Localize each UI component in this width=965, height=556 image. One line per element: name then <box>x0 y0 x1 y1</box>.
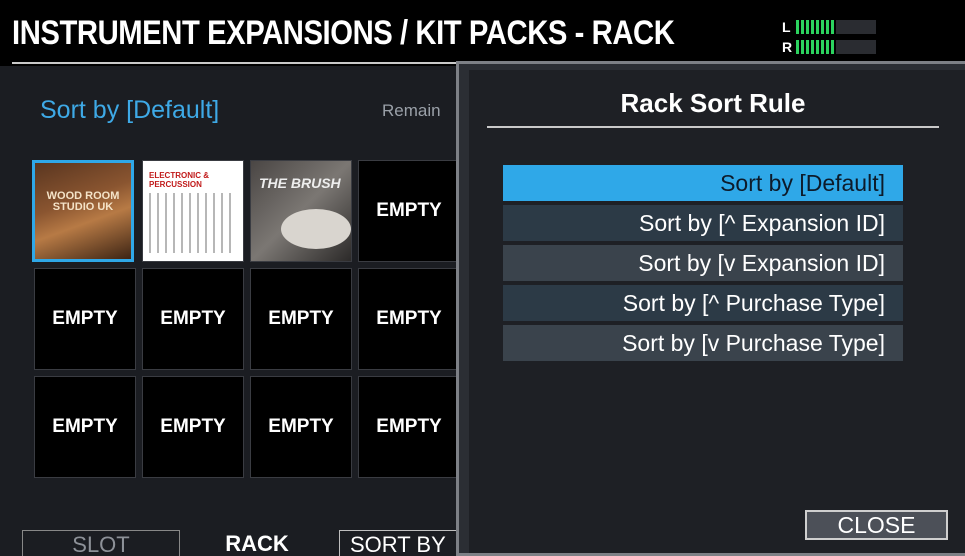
rack-slot-4[interactable]: EMPTY <box>358 160 460 262</box>
meter-left-label: L <box>782 19 791 35</box>
rack-slot-8[interactable]: EMPTY <box>358 268 460 370</box>
slot-3-art-title: THE BRUSH <box>259 175 341 191</box>
empty-slot-label: EMPTY <box>268 308 334 329</box>
expansion-art-the-brush: THE BRUSH <box>251 161 351 261</box>
rack-slot-7[interactable]: EMPTY <box>250 268 352 370</box>
remain-label: Remain <box>382 101 441 120</box>
sort-option-expansion-id-desc[interactable]: Sort by [v Expansion ID] <box>503 245 903 281</box>
meter-right-label: R <box>782 39 793 55</box>
rack-slot-6[interactable]: EMPTY <box>142 268 244 370</box>
expansion-art-wood-room: WOOD ROOM STUDIO UK <box>35 163 131 259</box>
dialog-title-divider <box>487 126 939 128</box>
sort-by-button[interactable]: SORT BY <box>339 530 469 556</box>
rack-slot-2[interactable]: ELECTRONIC & PERCUSSION <box>142 160 244 262</box>
rack-slot-1[interactable]: WOOD ROOM STUDIO UK <box>32 160 134 262</box>
page-title: INSTRUMENT EXPANSIONS / KIT PACKS - RACK <box>12 14 675 52</box>
meter-right-bars <box>796 40 834 54</box>
rack-slot-9[interactable]: EMPTY <box>34 376 136 478</box>
sort-option-default[interactable]: Sort by [Default] <box>503 165 903 201</box>
rack-slot-12[interactable]: EMPTY <box>358 376 460 478</box>
rack-slot-3[interactable]: THE BRUSH <box>250 160 352 262</box>
header-divider <box>12 62 462 64</box>
empty-slot-label: EMPTY <box>160 416 226 437</box>
drum-graphic <box>281 209 351 249</box>
empty-slot-label: EMPTY <box>376 308 442 329</box>
empty-slot-label: EMPTY <box>268 416 334 437</box>
rack-slot-10[interactable]: EMPTY <box>142 376 244 478</box>
rack-slot-11[interactable]: EMPTY <box>250 376 352 478</box>
empty-slot-label: EMPTY <box>160 308 226 329</box>
sort-option-expansion-id-asc[interactable]: Sort by [^ Expansion ID] <box>503 205 903 241</box>
expansion-art-electronic-percussion: ELECTRONIC & PERCUSSION <box>143 161 243 261</box>
empty-slot-label: EMPTY <box>52 416 118 437</box>
rack-tab-button[interactable]: RACK <box>222 530 292 556</box>
slot-2-art-title: ELECTRONIC & PERCUSSION <box>149 171 209 189</box>
meter-left: L <box>782 18 877 36</box>
meter-left-bars <box>796 20 834 34</box>
header: INSTRUMENT EXPANSIONS / KIT PACKS - RACK… <box>0 0 965 66</box>
screen: INSTRUMENT EXPANSIONS / KIT PACKS - RACK… <box>0 0 965 556</box>
meter-left-track <box>836 20 876 34</box>
rack-slot-5[interactable]: EMPTY <box>34 268 136 370</box>
sort-option-purchase-type-desc[interactable]: Sort by [v Purchase Type] <box>503 325 903 361</box>
slot-1-art-title: WOOD ROOM STUDIO UK <box>46 190 120 213</box>
level-meter: L R <box>782 18 877 58</box>
empty-slot-label: EMPTY <box>376 416 442 437</box>
close-button[interactable]: CLOSE <box>805 510 948 540</box>
empty-slot-label: EMPTY <box>52 308 118 329</box>
dialog-title: Rack Sort Rule <box>620 88 806 118</box>
slot-tab-button[interactable]: SLOT <box>22 530 180 556</box>
meter-right: R <box>782 38 877 56</box>
sort-option-purchase-type-asc[interactable]: Sort by [^ Purchase Type] <box>503 285 903 321</box>
current-sort-label: Sort by [Default] <box>40 96 220 124</box>
slot-2-art-graphic <box>149 193 237 253</box>
empty-slot-label: EMPTY <box>376 200 442 221</box>
meter-right-track <box>836 40 876 54</box>
